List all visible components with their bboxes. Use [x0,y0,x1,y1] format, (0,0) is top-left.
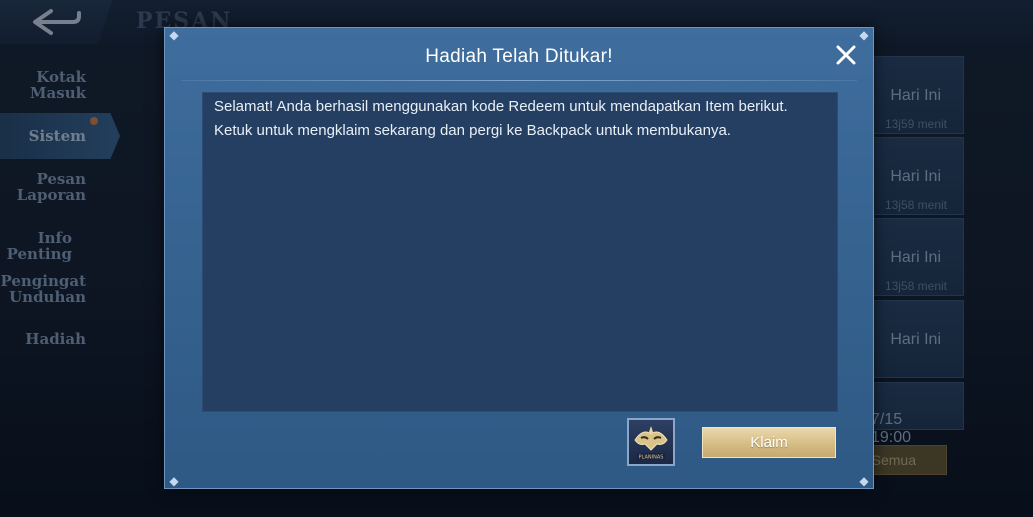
dialog-title: Hadiah Telah Ditukar! [425,46,613,67]
message-body: Selamat! Anda berhasil menggunakan kode … [214,98,788,139]
close-icon [836,45,856,65]
close-button[interactable] [833,42,859,68]
reward-item[interactable]: PLANINAS [627,418,675,466]
mask-item-icon: PLANINAS [634,426,668,461]
claim-button[interactable]: Klaim [702,427,836,458]
message-content-box: Selamat! Anda berhasil menggunakan kode … [202,92,838,412]
corner-ornament: ◆ [169,28,179,42]
reward-dialog: ◆ ◆ ◆ ◆ Hadiah Telah Ditukar! Selamat! A… [164,27,874,489]
corner-ornament: ◆ [859,28,869,42]
divider [181,80,857,81]
item-caption: PLANINAS [639,455,664,461]
corner-ornament: ◆ [859,474,869,488]
corner-ornament: ◆ [169,474,179,488]
